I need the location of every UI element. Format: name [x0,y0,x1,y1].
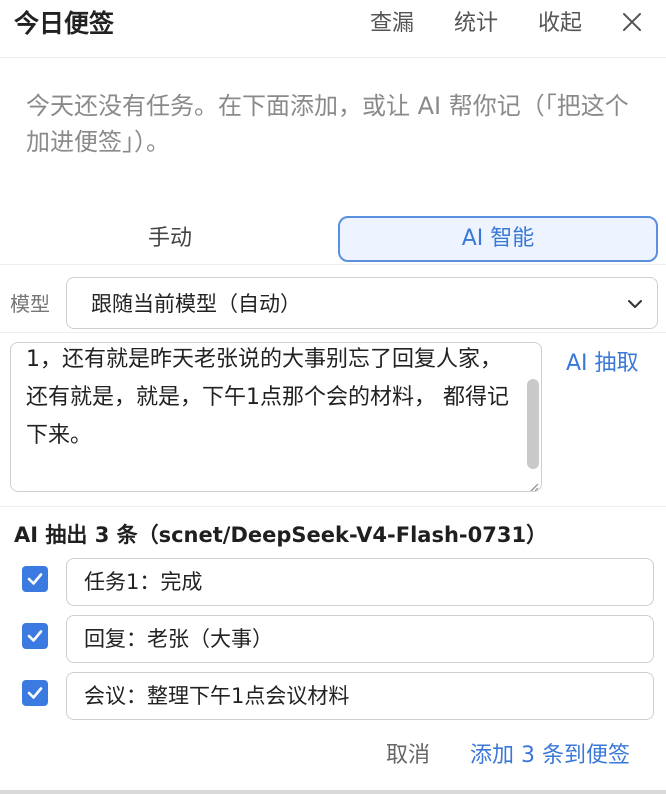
list-item: 会议：整理下午1点会议材料 [0,672,666,722]
divider [0,264,666,265]
item-text-field[interactable]: 会议：整理下午1点会议材料 [66,672,654,720]
resize-handle-icon[interactable] [527,477,539,491]
add-to-notes-button[interactable]: 添加 3 条到便签 [470,740,630,772]
extract-result-heading: AI 抽出 3 条（scnet/DeepSeek-V4-Flash-0731） [14,523,548,547]
check-missing-button[interactable]: 查漏 [370,8,414,40]
panel-header: 今日便签 查漏 统计 收起 [0,0,666,58]
item-text: 会议：整理下午1点会议材料 [84,684,350,708]
panel-bottom-edge [0,790,666,794]
task-input-text: 1，还有就是昨天老张说的大事别忘了回复人家，还有就是，就是，下午1点那个会的材料… [26,347,509,448]
chevron-down-icon [625,294,645,314]
textarea-scrollbar[interactable] [527,379,539,469]
item-text-field[interactable]: 任务1：完成 [66,558,654,606]
list-item: 任务1：完成 [0,558,666,608]
item-text: 回复：老张（大事） [84,627,273,651]
item-checkbox[interactable] [22,680,48,706]
model-select[interactable]: 跟随当前模型（自动） [66,277,658,329]
item-text-field[interactable]: 回复：老张（大事） [66,615,654,663]
item-text: 任务1：完成 [84,570,203,594]
divider [0,506,666,507]
list-item: 回复：老张（大事） [0,615,666,665]
cancel-button[interactable]: 取消 [386,740,430,772]
model-selected-value: 跟随当前模型（自动） [91,292,301,316]
tab-ai-smart[interactable]: AI 智能 [338,216,658,262]
collapse-button[interactable]: 收起 [538,8,582,40]
close-icon[interactable] [620,10,644,34]
task-input-textarea[interactable]: 1，还有就是昨天老张说的大事别忘了回复人家，还有就是，就是，下午1点那个会的材料… [10,342,542,492]
item-checkbox[interactable] [22,566,48,592]
divider [0,332,666,333]
model-label: 模型 [10,292,50,316]
item-checkbox[interactable] [22,623,48,649]
ai-extract-button[interactable]: AI 抽取 [566,348,639,380]
stats-button[interactable]: 统计 [454,8,498,40]
empty-state-message: 今天还没有任务。在下面添加，或让 AI 帮你记（「把这个加进便签」）。 [26,92,629,156]
tab-manual[interactable]: 手动 [10,216,330,262]
panel-title: 今日便签 [14,9,115,38]
